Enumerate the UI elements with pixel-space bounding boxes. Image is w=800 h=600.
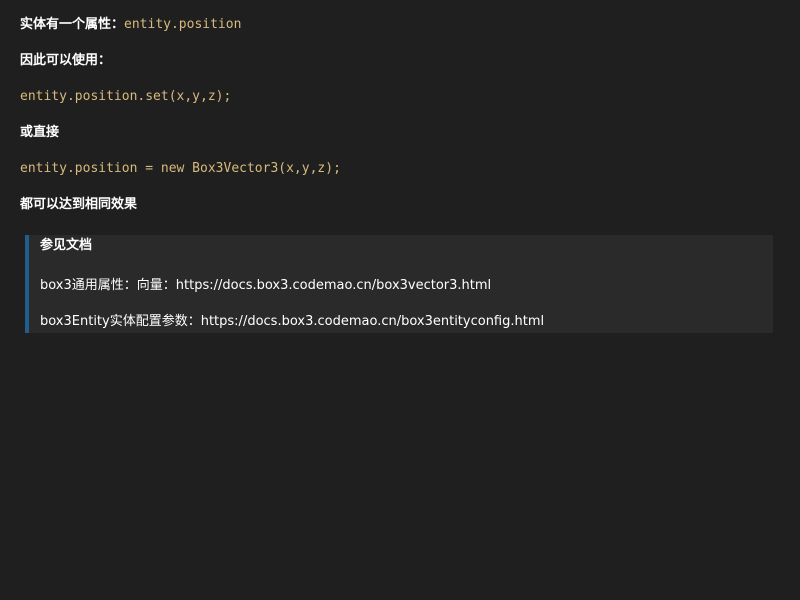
vector-docs-link[interactable]: box3通用属性：向量：https://docs.box3.codemao.cn…	[40, 277, 491, 295]
so-label: 因此可以使用：	[20, 53, 112, 68]
intro-line: 实体有一个属性：entity.position	[20, 16, 241, 34]
callout-title: 参见文档	[40, 238, 93, 253]
intro-label: 实体有一个属性：	[20, 17, 125, 32]
entity-config-docs-link[interactable]: box3Entity实体配置参数：https://docs.box3.codem…	[40, 313, 544, 331]
intro-code: entity.position	[124, 17, 242, 32]
see-docs-callout: 参见文档 box3通用属性：向量：https://docs.box3.codem…	[25, 235, 773, 333]
or-label: 或直接	[20, 125, 60, 140]
same-effect-label: 都可以达到相同效果	[20, 197, 138, 212]
code-assign-line: entity.position = new Box3Vector3(x,y,z)…	[20, 161, 341, 176]
code-set-line: entity.position.set(x,y,z);	[20, 89, 232, 104]
